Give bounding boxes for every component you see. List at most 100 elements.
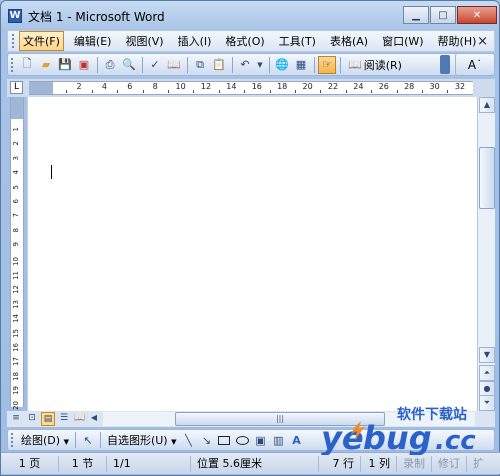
- rectangle-tool-button[interactable]: [215, 432, 233, 448]
- wordart-icon: A: [292, 433, 301, 447]
- permission-button[interactable]: ▣: [75, 56, 93, 74]
- status-record[interactable]: 录制: [397, 455, 432, 472]
- menu-grip[interactable]: [12, 34, 15, 48]
- menu-format[interactable]: 格式(O): [221, 31, 268, 51]
- horizontal-scroll-thumb[interactable]: |||: [175, 412, 385, 426]
- ruler-tick-label: 12: [200, 82, 212, 91]
- toolbar-grip[interactable]: [11, 57, 14, 72]
- toolbar-options-button[interactable]: [440, 55, 450, 74]
- vertical-ruler-label: 20: [12, 400, 20, 410]
- table-button[interactable]: ▦: [292, 56, 310, 74]
- vertical-ruler-label: 17: [12, 357, 20, 367]
- vertical-textbox-button[interactable]: ▥: [269, 432, 287, 448]
- oval-tool-button[interactable]: [233, 432, 251, 448]
- chevron-down-icon: ▼: [63, 438, 69, 446]
- double-up-icon: ⏶: [483, 368, 491, 377]
- research-button[interactable]: 📖: [165, 56, 183, 74]
- vertical-ruler-label: 9: [12, 242, 20, 247]
- new-document-icon: 🗋: [22, 57, 32, 70]
- outline-view-button[interactable]: ☰: [57, 412, 71, 426]
- ruler-top-margin: [11, 97, 23, 119]
- book-icon: 📖: [348, 58, 362, 71]
- menu-tools[interactable]: 工具(T): [275, 31, 320, 51]
- scroll-thumb[interactable]: [479, 147, 495, 209]
- scroll-down-button[interactable]: ▼: [479, 347, 495, 363]
- menu-table[interactable]: 表格(A): [326, 31, 372, 51]
- new-document-button[interactable]: 🗋: [18, 56, 36, 74]
- show-hide-button[interactable]: ☞: [318, 55, 336, 74]
- reading-mode-button[interactable]: 📖 阅读(R): [344, 57, 406, 73]
- undo-dropdown[interactable]: ▼: [255, 56, 265, 74]
- open-button[interactable]: ▰: [37, 56, 55, 74]
- scroll-up-button[interactable]: ▲: [479, 97, 495, 113]
- minimize-button[interactable]: ▁: [403, 6, 429, 24]
- ruler-tick-mark: [218, 90, 220, 93]
- ruler-tick-label: 26: [378, 82, 389, 91]
- outline-view-icon: ☰: [59, 413, 69, 423]
- font-size-button[interactable]: A˙: [468, 58, 482, 72]
- arrow-tool-button[interactable]: ↘: [197, 432, 215, 448]
- status-extend[interactable]: 扩: [467, 456, 490, 472]
- ruler-tick-label: 22: [327, 82, 339, 91]
- copy-button[interactable]: ⧉: [191, 56, 209, 74]
- horizontal-scroll-track[interactable]: |||: [103, 412, 475, 426]
- drawing-toolbar-grip[interactable]: [11, 433, 14, 447]
- arrow-down-icon: ▼: [483, 350, 491, 359]
- line-tool-button[interactable]: ╲: [179, 432, 197, 448]
- hyperlink-icon: 🌐: [275, 58, 289, 71]
- print-layout-button[interactable]: ▤: [41, 412, 55, 426]
- vertical-ruler[interactable]: 123456789101112131415161718192021: [10, 97, 24, 424]
- next-page-button[interactable]: ⏷: [479, 395, 495, 411]
- title-bar: W 文档 1 - Microsoft Word ▁ □ ✕: [1, 1, 500, 31]
- ruler-tick-mark: [91, 90, 93, 93]
- ruler-tick-label: 18: [277, 82, 288, 91]
- menu-view[interactable]: 视图(V): [121, 31, 167, 51]
- print-button[interactable]: ⎙: [101, 56, 119, 74]
- menu-insert[interactable]: 插入(I): [174, 31, 216, 51]
- normal-view-button[interactable]: ≡: [9, 412, 23, 426]
- reading-view-icon: 📖: [74, 413, 86, 423]
- word-app-icon[interactable]: W: [8, 9, 22, 23]
- document-area[interactable]: [27, 97, 477, 411]
- autoshapes-button[interactable]: 自选图形(U) ▼: [104, 432, 180, 448]
- scroll-left-button[interactable]: ◀: [87, 412, 101, 426]
- arrow-icon: ↘: [201, 433, 212, 447]
- vertical-scrollbar[interactable]: ▲ ▼ ⏶ ● ⏷: [477, 97, 495, 411]
- toolbar-separator: [340, 56, 341, 73]
- vertical-textbox-icon: ▥: [273, 433, 284, 447]
- textbox-tool-button[interactable]: ▣: [251, 432, 269, 448]
- hyperlink-button[interactable]: 🌐: [273, 56, 291, 74]
- select-objects-button[interactable]: ↖: [79, 432, 97, 448]
- undo-button[interactable]: ↶: [236, 56, 254, 74]
- close-button[interactable]: ✕: [457, 6, 497, 24]
- save-button[interactable]: 💾: [56, 56, 74, 74]
- minimize-icon: ▁: [412, 9, 420, 21]
- vertical-ruler-label: 5: [12, 184, 20, 190]
- horizontal-ruler[interactable]: 2 4 6 8 10 12 14 16 18 20 22 24 26 28 30 32: [29, 81, 473, 95]
- toolbar-separator: [97, 56, 98, 73]
- ruler-tick-label: 32: [454, 82, 466, 91]
- ruler-tick-mark: [66, 90, 68, 93]
- menu-help[interactable]: 帮助(H): [434, 31, 481, 51]
- wordart-button[interactable]: A: [287, 432, 305, 448]
- web-view-button[interactable]: ⊡: [25, 412, 39, 426]
- toolbar-separator: [314, 56, 315, 73]
- reading-view-button[interactable]: 📖: [73, 412, 87, 426]
- previous-page-button[interactable]: ⏶: [479, 365, 495, 381]
- ruler-area: L 2 4 6 8 10 12 14 16 18 20 22 24 26 28 30 32: [7, 79, 495, 97]
- vertical-ruler-label: 3: [12, 155, 20, 161]
- tab-selector[interactable]: L: [10, 81, 23, 94]
- menu-window[interactable]: 窗口(W): [378, 31, 427, 51]
- menu-file[interactable]: 文件(F): [19, 31, 64, 51]
- menu-edit[interactable]: 编辑(E): [70, 31, 116, 51]
- status-revise[interactable]: 修订: [432, 455, 467, 472]
- maximize-button[interactable]: □: [430, 6, 456, 24]
- research-icon: 📖: [167, 58, 181, 71]
- document-close-button[interactable]: ×: [477, 34, 488, 49]
- paste-button[interactable]: 📋: [210, 56, 228, 74]
- formatting-toolbar: A˙: [455, 53, 495, 76]
- spelling-button[interactable]: ✓: [146, 56, 164, 74]
- print-preview-button[interactable]: 🔍: [120, 56, 138, 74]
- draw-menu-button[interactable]: 绘图(D) ▼: [18, 432, 72, 448]
- horizontal-scroll-area: ≡ ⊡ ▤ ☰ 📖 ◀ |||: [7, 411, 495, 427]
